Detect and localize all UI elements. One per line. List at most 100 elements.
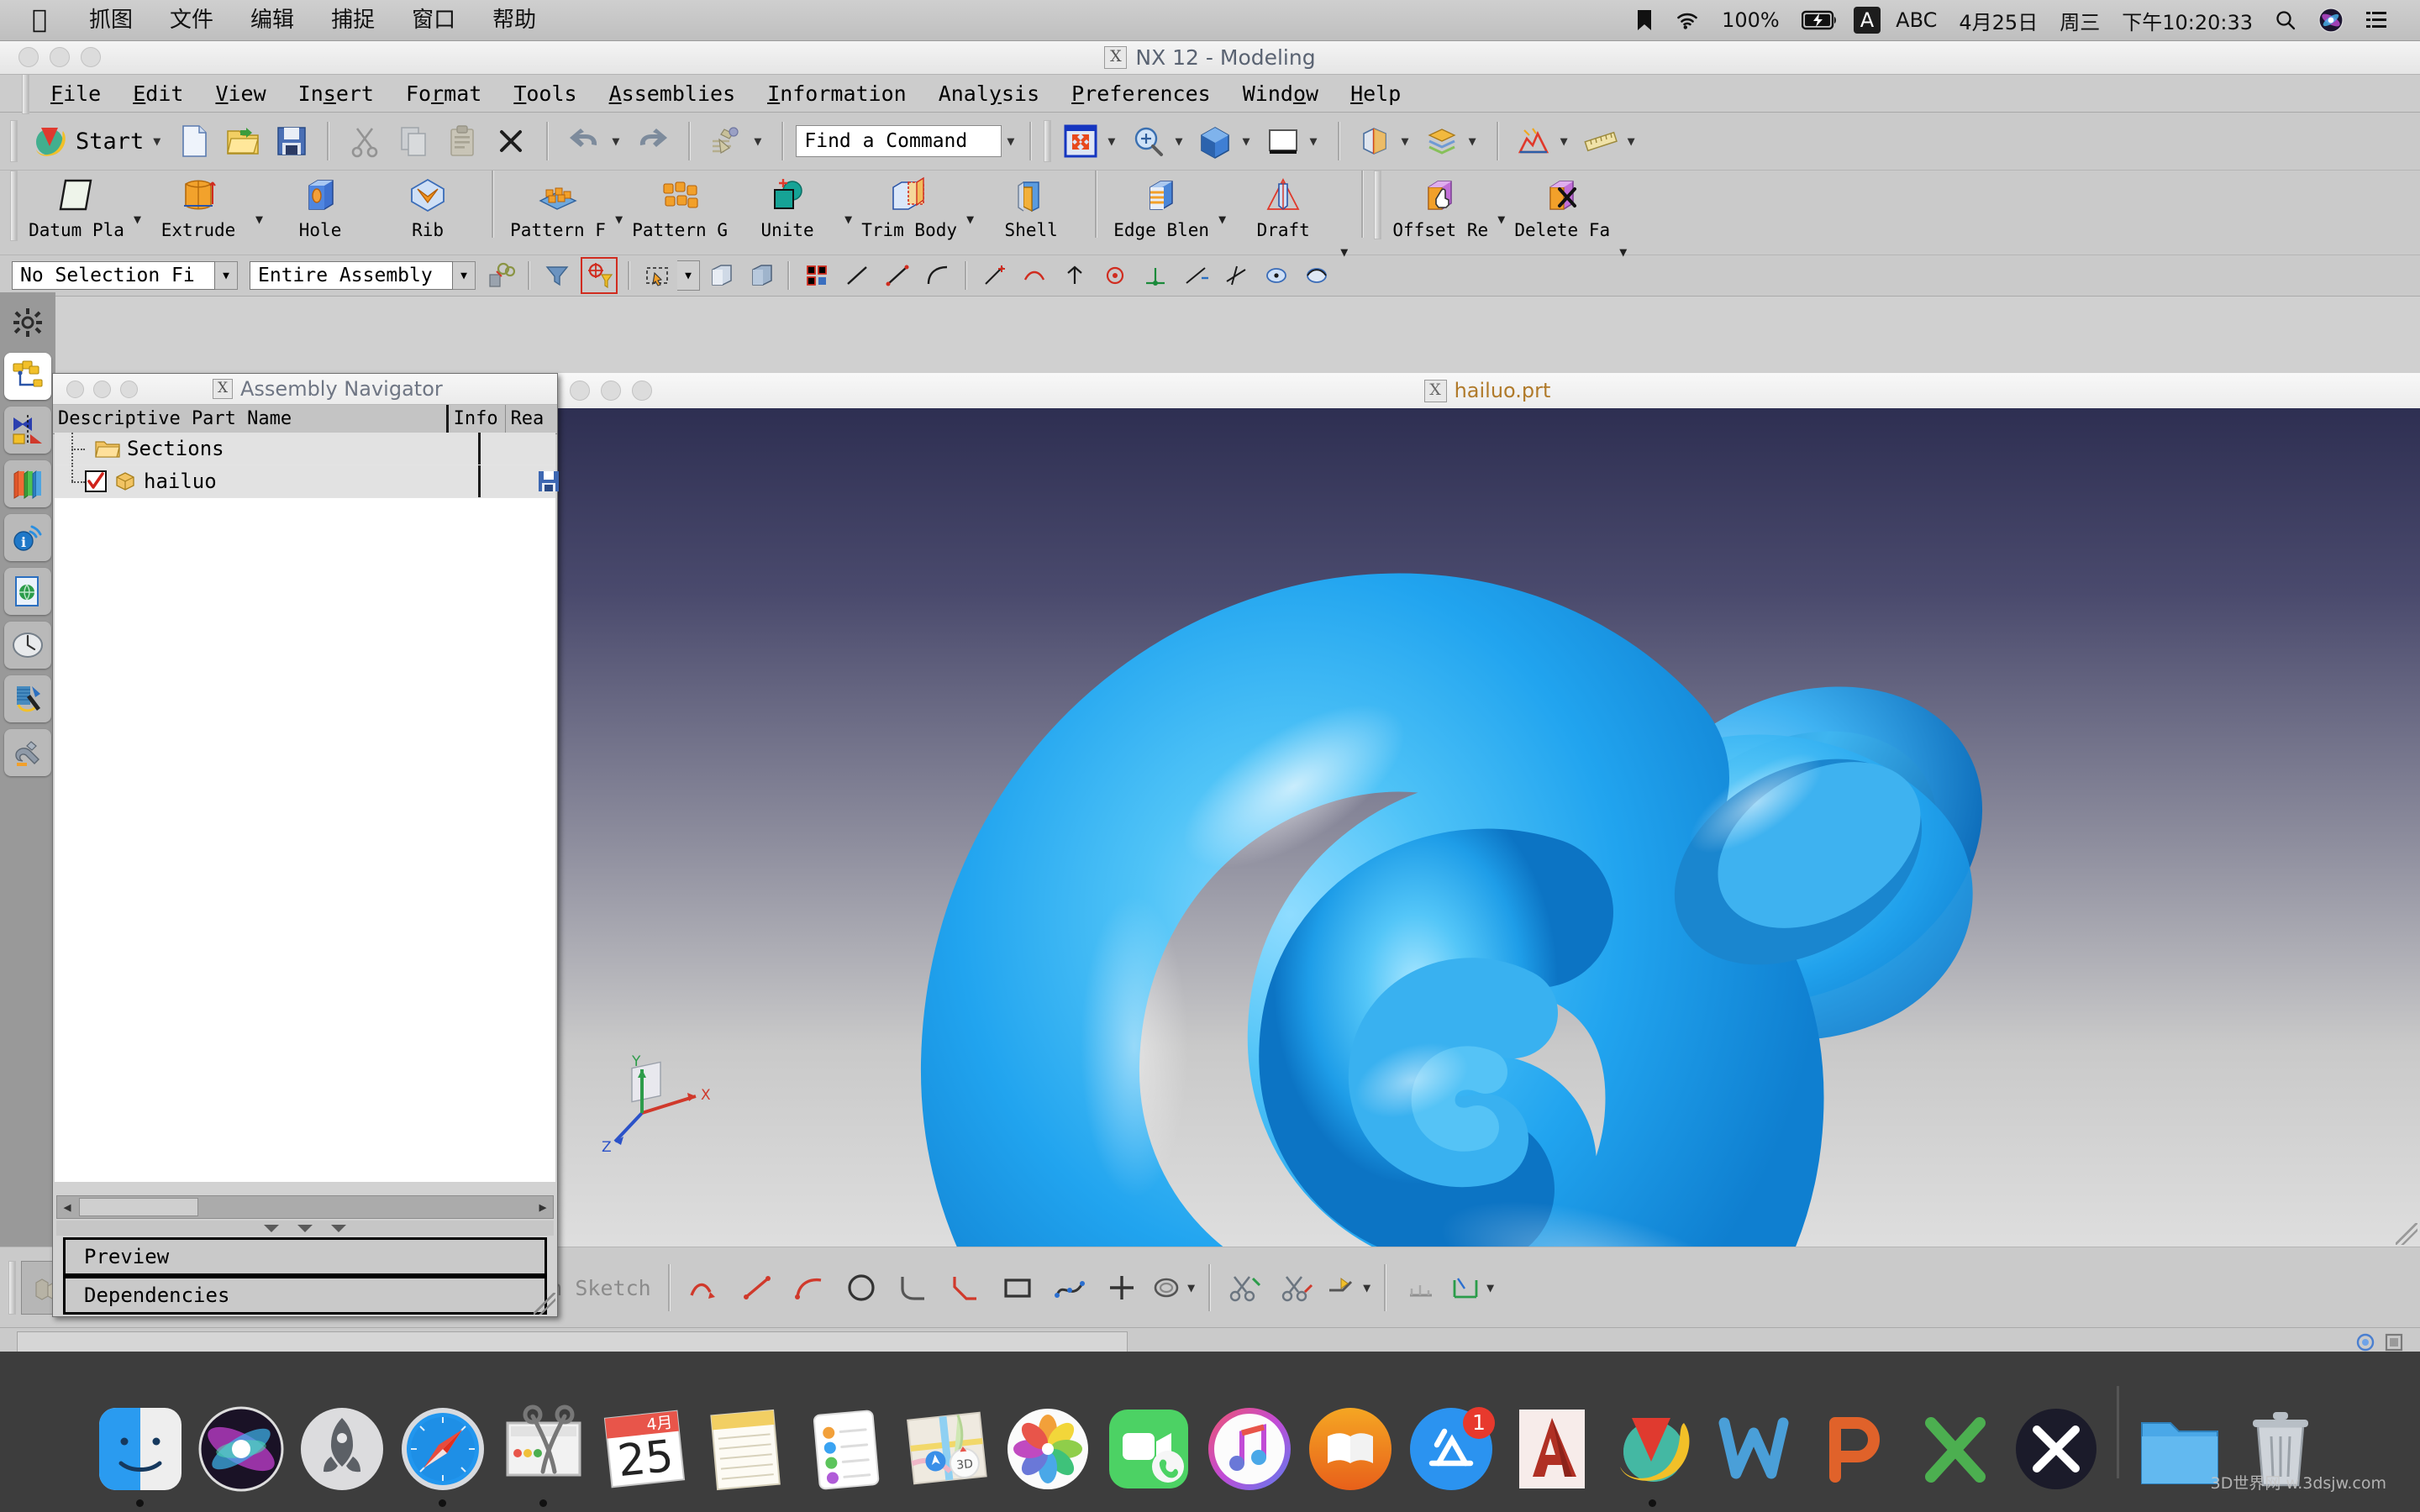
select-general-icon[interactable] bbox=[484, 259, 518, 292]
chevron-down-icon[interactable]: ▼ bbox=[1483, 1280, 1497, 1295]
chevron-down-icon[interactable]: ▼ bbox=[1360, 1280, 1374, 1295]
find-command-caret-icon[interactable]: ▼ bbox=[1003, 134, 1018, 149]
mac-menu-item-5[interactable]: 帮助 bbox=[474, 0, 555, 40]
measure-button[interactable]: ▼ bbox=[1578, 121, 1644, 161]
control-point-icon[interactable] bbox=[1058, 259, 1092, 292]
quick-trim-icon[interactable] bbox=[1219, 1262, 1271, 1314]
sidebar-item-constraint-navigator[interactable] bbox=[4, 407, 51, 454]
input-source-badge[interactable]: A bbox=[1853, 7, 1881, 34]
rectangle-icon[interactable] bbox=[992, 1262, 1044, 1314]
quick-extend-icon[interactable] bbox=[1271, 1262, 1323, 1314]
dock-item-nx[interactable] bbox=[1602, 1360, 1703, 1507]
chevron-down-icon[interactable]: ▼ bbox=[1307, 134, 1321, 149]
dropbox-icon[interactable] bbox=[1625, 9, 1664, 31]
preview-section-button[interactable]: Preview bbox=[63, 1237, 547, 1276]
dock-item-finder[interactable] bbox=[90, 1360, 191, 1507]
chevron-down-icon[interactable]: ▼ bbox=[1616, 244, 1630, 260]
scroll-right-arrow-icon[interactable]: ▶ bbox=[533, 1197, 553, 1217]
layer-settings-button[interactable]: ▼ bbox=[1419, 121, 1485, 161]
arc-icon[interactable] bbox=[783, 1262, 835, 1314]
chevron-down-icon[interactable]: ▼ bbox=[1557, 134, 1571, 149]
undo-button[interactable]: ▼ bbox=[560, 120, 628, 162]
menu-format[interactable]: Format bbox=[390, 81, 497, 106]
line-icon[interactable] bbox=[731, 1262, 783, 1314]
studio-spline-icon[interactable] bbox=[1044, 1262, 1096, 1314]
status-indicator-left-icon[interactable] bbox=[2356, 1333, 2375, 1352]
sidebar-item-reuse-library[interactable]: i bbox=[4, 514, 51, 561]
mac-menu-item-2[interactable]: 编辑 bbox=[232, 0, 313, 40]
chevron-down-icon[interactable]: ▼ bbox=[1337, 244, 1351, 260]
end-point-icon[interactable] bbox=[977, 259, 1011, 292]
dock-item-word[interactable] bbox=[1703, 1360, 1804, 1507]
chevron-down-icon[interactable]: ▼ bbox=[612, 212, 626, 227]
analysis-button[interactable]: ▼ bbox=[1511, 121, 1576, 161]
menu-edit[interactable]: Edit bbox=[117, 81, 199, 106]
scrollbar-thumb[interactable] bbox=[79, 1198, 198, 1216]
chevron-down-icon[interactable]: ▼ bbox=[608, 134, 623, 149]
ribbon-button-pattern-feature[interactable]: Pattern F bbox=[504, 171, 612, 256]
menu-insert[interactable]: Insert bbox=[282, 81, 390, 106]
dock-item-appstore[interactable]: 1 bbox=[1401, 1360, 1502, 1507]
quick-toolbar-grip[interactable] bbox=[10, 120, 18, 162]
copy-button[interactable] bbox=[390, 120, 437, 162]
dock-item-grab[interactable] bbox=[493, 1360, 594, 1507]
chevron-down-icon[interactable]: ▼ bbox=[252, 212, 266, 227]
profile-icon[interactable] bbox=[679, 1262, 731, 1314]
geometric-constraint-icon[interactable] bbox=[1395, 1262, 1447, 1314]
dependencies-section-button[interactable]: Dependencies bbox=[63, 1276, 547, 1315]
dock-item-reminders[interactable] bbox=[796, 1360, 897, 1507]
graphics-viewport[interactable]: X Y Z bbox=[555, 408, 2420, 1247]
ribbon-button-edge-blend[interactable]: Edge Blen bbox=[1107, 171, 1215, 256]
dimension-icon[interactable]: ▼ bbox=[1447, 1262, 1499, 1314]
chevron-down-icon[interactable]: ▼ bbox=[130, 212, 145, 227]
column-header-read-only[interactable]: Rea bbox=[506, 405, 557, 433]
sidebar-item-part-navigator[interactable] bbox=[4, 460, 51, 507]
gear-icon[interactable] bbox=[4, 299, 51, 346]
menu-assemblies[interactable]: Assemblies bbox=[593, 81, 752, 106]
ribbon-button-draft[interactable]: Draft bbox=[1229, 171, 1337, 256]
sidebar-item-sheet-body[interactable] bbox=[4, 675, 51, 722]
paste-button[interactable] bbox=[439, 120, 486, 162]
ribbon-button-rib[interactable]: Rib bbox=[374, 171, 481, 256]
chevron-down-icon[interactable]: ▼ bbox=[1624, 134, 1639, 149]
sidebar-item-history[interactable] bbox=[4, 622, 51, 669]
menu-view[interactable]: View bbox=[199, 81, 281, 106]
model-hailuo[interactable] bbox=[555, 408, 2420, 1247]
arc-center-icon[interactable] bbox=[1139, 259, 1172, 292]
chamfer-icon[interactable] bbox=[939, 1262, 992, 1314]
graphics-tab[interactable]: X hailuo.prt bbox=[555, 379, 2420, 402]
dock-item-powerpoint[interactable] bbox=[1804, 1360, 1905, 1507]
ribbon-grip-2[interactable] bbox=[1374, 171, 1382, 239]
mac-menu-item-3[interactable]: 捕捉 bbox=[313, 0, 393, 40]
chevron-down-icon[interactable]: ▼ bbox=[750, 134, 765, 149]
save-button[interactable] bbox=[268, 120, 315, 162]
point-on-curve-icon[interactable] bbox=[1300, 259, 1334, 292]
panel-splitter[interactable] bbox=[56, 1221, 554, 1236]
status-indicator-right-icon[interactable] bbox=[2385, 1333, 2403, 1352]
selection-filter-combo[interactable]: No Selection Fi bbox=[12, 261, 215, 290]
chevron-down-icon[interactable]: ▼ bbox=[1184, 1280, 1198, 1295]
redo-button[interactable] bbox=[629, 120, 676, 162]
chevron-down-icon[interactable]: ▼ bbox=[963, 212, 977, 227]
ribbon-button-offset-region[interactable]: Offset Re bbox=[1386, 171, 1494, 256]
line-icon[interactable] bbox=[840, 259, 874, 292]
line-segment-icon[interactable] bbox=[881, 259, 914, 292]
menu-tools[interactable]: Tools bbox=[497, 81, 592, 106]
open-folder-button[interactable] bbox=[219, 120, 266, 162]
view-toolbar-grip[interactable] bbox=[1044, 120, 1052, 162]
menu-analysis[interactable]: Analysis bbox=[923, 81, 1055, 106]
chevron-down-icon[interactable]: ▼ bbox=[841, 212, 855, 227]
mac-menu-item-4[interactable]: 窗口 bbox=[393, 0, 474, 40]
intersection-icon[interactable] bbox=[1098, 259, 1132, 292]
menu-window[interactable]: Window bbox=[1227, 81, 1334, 106]
chevron-down-icon[interactable]: ▼ bbox=[1239, 134, 1253, 149]
column-header-part-name[interactable]: Descriptive Part Name bbox=[53, 405, 446, 433]
an-maximize-button[interactable] bbox=[120, 380, 138, 398]
selection-filter-caret-icon[interactable]: ▼ bbox=[215, 261, 238, 290]
circle-icon[interactable] bbox=[835, 1262, 887, 1314]
dock-item-siri[interactable] bbox=[191, 1360, 292, 1507]
sketch-toolbar-grip[interactable] bbox=[8, 1261, 16, 1315]
an-minimize-button[interactable] bbox=[93, 380, 111, 398]
dock-item-launchpad[interactable] bbox=[292, 1360, 392, 1507]
box-select-caret-icon[interactable]: ▼ bbox=[677, 260, 700, 291]
